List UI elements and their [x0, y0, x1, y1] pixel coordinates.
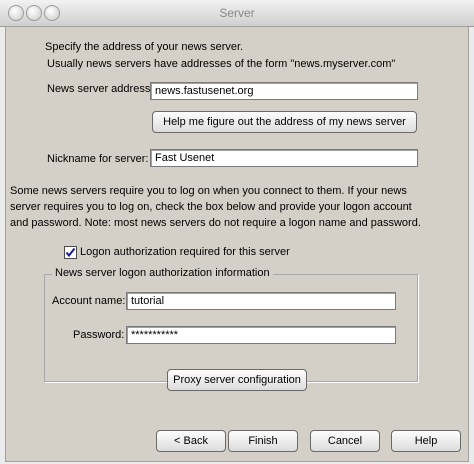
back-button[interactable]: < Back — [156, 430, 226, 452]
server-address-input[interactable]: news.fastusenet.org — [150, 82, 418, 100]
help-button[interactable]: Help — [391, 430, 461, 452]
nickname-label: Nickname for server: — [47, 153, 149, 165]
intro-line-1: Specify the address of your news server. — [45, 41, 244, 53]
password-label: Password: — [73, 329, 125, 341]
checkmark-icon — [65, 247, 76, 258]
nickname-input[interactable]: Fast Usenet — [150, 149, 418, 167]
password-input[interactable]: *********** — [126, 326, 396, 344]
help-find-server-button[interactable]: Help me figure out the address of my new… — [152, 111, 417, 133]
finish-button[interactable]: Finish — [228, 430, 298, 452]
cancel-button[interactable]: Cancel — [310, 430, 380, 452]
logon-explanation: Some news servers require you to log on … — [10, 185, 421, 229]
account-name-label: Account name: — [52, 295, 126, 307]
logon-required-checkbox[interactable] — [64, 246, 77, 259]
proxy-config-button[interactable]: Proxy server configuration — [167, 369, 307, 391]
dialog-body: Specify the address of your news server.… — [5, 26, 469, 462]
logon-required-label[interactable]: Logon authorization required for this se… — [80, 246, 290, 258]
intro-line-2: Usually news servers have addresses of t… — [47, 58, 396, 70]
auth-group-legend: News server logon authorization informat… — [52, 267, 273, 279]
server-address-label: News server address: — [47, 83, 154, 95]
window-title: Server — [219, 6, 255, 20]
account-name-input[interactable]: tutorial — [126, 292, 396, 310]
title-bar[interactable]: Server — [0, 0, 474, 27]
server-dialog: Server Specify the address of your news … — [0, 0, 474, 464]
